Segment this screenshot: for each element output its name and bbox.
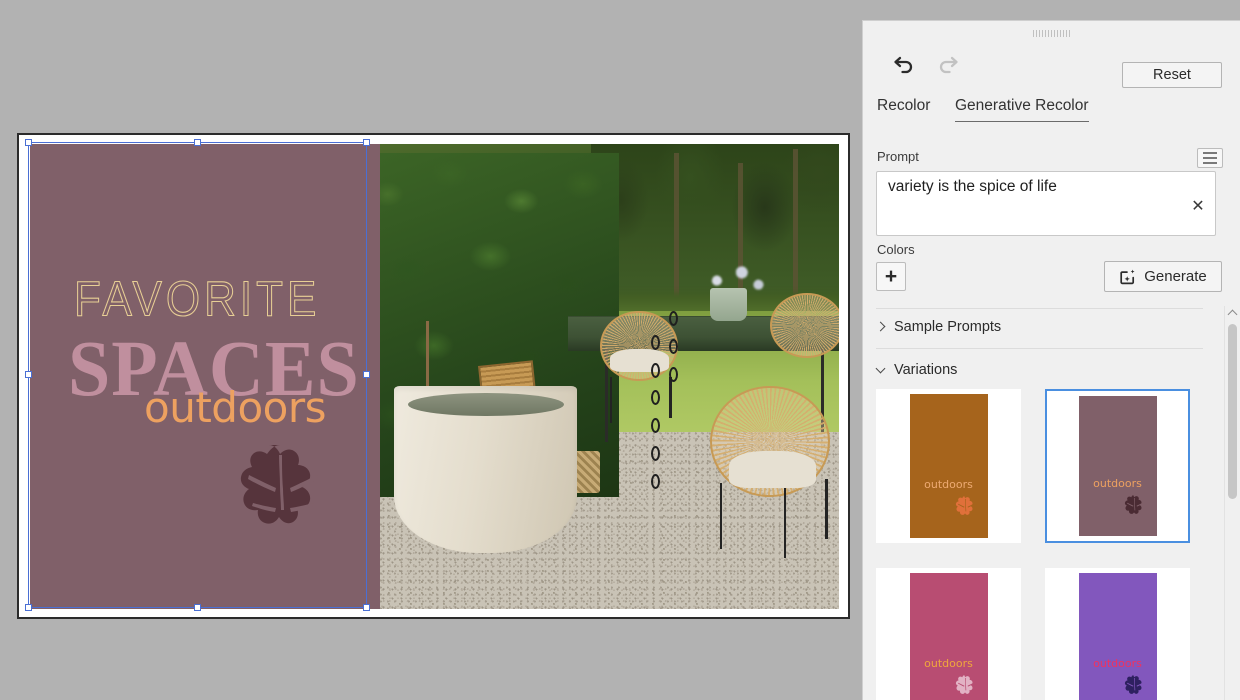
- variations-grid: outdoors outdoors outdoors outdoors: [876, 389, 1204, 700]
- redo-icon: [939, 56, 958, 74]
- section-sample-prompts[interactable]: Sample Prompts: [876, 319, 1001, 335]
- photo-chain-link: [650, 474, 660, 490]
- variation-text: outdoors: [924, 477, 973, 491]
- variation-poster: outdoors: [1078, 396, 1157, 536]
- photo-chair-leg: [825, 478, 828, 540]
- redo-button[interactable]: [931, 47, 965, 81]
- sample-prompts-label: Sample Prompts: [894, 319, 1002, 335]
- photo-chair-cushion: [728, 450, 817, 489]
- photo-rattan-chair: [770, 292, 839, 358]
- variation-thumbnail[interactable]: outdoors: [876, 568, 1021, 700]
- garden-photo[interactable]: [380, 144, 839, 609]
- variations-label: Variations: [894, 362, 958, 378]
- variation-thumbnail[interactable]: outdoors: [1045, 389, 1190, 543]
- section-divider: [876, 348, 1203, 349]
- clear-prompt-icon[interactable]: ✕: [1189, 198, 1207, 216]
- poster-graphic[interactable]: FAVORITE SPACES outdoors: [30, 144, 380, 609]
- prompt-value: variety is the spice of life: [888, 178, 1057, 195]
- document-artboard[interactable]: FAVORITE SPACES outdoors: [17, 133, 850, 619]
- variation-text: outdoors: [924, 656, 973, 670]
- scroll-up-arrow-icon[interactable]: [1225, 306, 1240, 320]
- photo-chair-cushion: [609, 348, 670, 372]
- reset-button[interactable]: Reset: [1122, 62, 1222, 88]
- variation-poster: outdoors: [909, 394, 988, 538]
- artboard-content: FAVORITE SPACES outdoors: [30, 144, 839, 609]
- photo-chair-leg: [669, 376, 672, 419]
- add-color-button[interactable]: +: [876, 262, 906, 291]
- photo-chain-link: [650, 446, 660, 462]
- monstera-leaf-icon: [1124, 495, 1143, 514]
- poster-headline-favorite: FAVORITE: [73, 271, 321, 327]
- scrollbar-thumb[interactable]: [1228, 324, 1237, 499]
- monstera-leaf-icon: [955, 674, 974, 694]
- photo-flowers: [692, 255, 775, 298]
- generate-button[interactable]: Generate: [1104, 261, 1222, 292]
- chevron-down-icon: [876, 366, 885, 375]
- section-variations[interactable]: Variations: [876, 362, 957, 378]
- photo-chain-link: [650, 418, 660, 434]
- monstera-leaf-icon: [955, 495, 974, 515]
- photo-chair-leg: [719, 483, 723, 549]
- photo-tree-trunk: [673, 153, 679, 312]
- app-root: FAVORITE SPACES outdoors Reset Recolor G…: [0, 0, 1240, 700]
- undo-button[interactable]: [887, 47, 921, 81]
- panel-tabs: Recolor Generative Recolor: [863, 97, 1240, 131]
- monstera-leaf-icon: [1124, 674, 1143, 694]
- section-divider: [876, 308, 1203, 309]
- prompt-label: Prompt: [877, 149, 919, 164]
- generate-button-label: Generate: [1144, 268, 1207, 285]
- tab-recolor[interactable]: Recolor: [877, 97, 930, 121]
- prompt-options-menu-icon[interactable]: [1197, 148, 1223, 168]
- variation-poster: outdoors: [1078, 573, 1157, 700]
- variation-thumbnail[interactable]: outdoors: [1045, 568, 1190, 700]
- photo-chair-leg: [609, 376, 612, 423]
- variation-poster: outdoors: [909, 573, 988, 700]
- variation-text: outdoors: [1093, 477, 1142, 491]
- colors-label: Colors: [877, 242, 915, 257]
- poster-headline-outdoors: outdoors: [144, 383, 327, 432]
- panel-toolbar: Reset: [863, 39, 1240, 89]
- photo-chair-leg: [783, 488, 787, 558]
- variation-text: outdoors: [1093, 656, 1142, 670]
- tab-generative-recolor[interactable]: Generative Recolor: [955, 97, 1089, 122]
- photo-tree-trunk: [793, 148, 799, 312]
- prompt-input[interactable]: variety is the spice of life ✕: [876, 171, 1216, 236]
- undo-icon: [894, 56, 913, 74]
- generate-sparkle-icon: [1120, 269, 1135, 284]
- generative-recolor-panel: Reset Recolor Generative Recolor Prompt …: [862, 20, 1240, 700]
- panel-drag-handle[interactable]: [1032, 30, 1071, 37]
- canvas-workspace[interactable]: FAVORITE SPACES outdoors: [0, 0, 862, 700]
- photo-water-surface: [407, 392, 564, 417]
- photo-chain-link: [650, 334, 660, 350]
- monstera-leaf-icon: [240, 445, 318, 524]
- panel-scrollbar[interactable]: [1224, 306, 1239, 700]
- variation-thumbnail[interactable]: outdoors: [876, 389, 1021, 543]
- chevron-right-icon: [876, 323, 885, 332]
- photo-chain-link: [650, 362, 660, 378]
